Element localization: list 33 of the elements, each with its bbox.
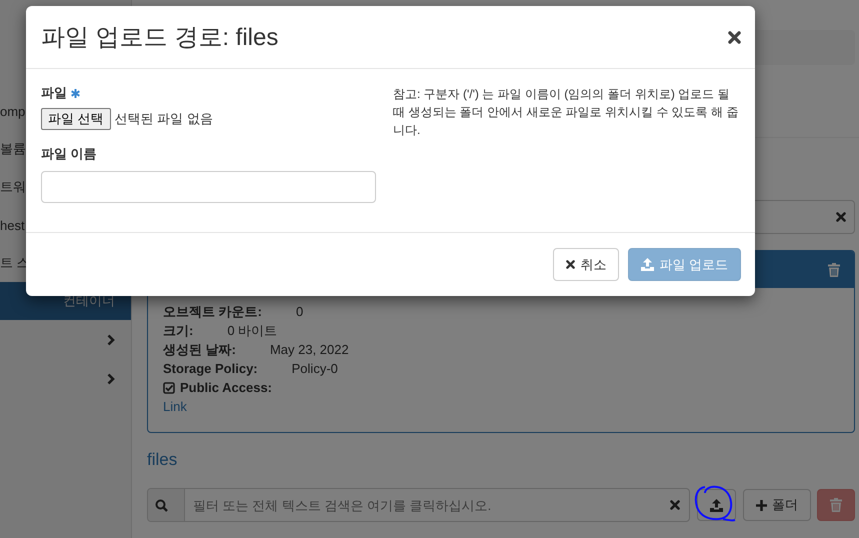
plus-icon bbox=[756, 500, 767, 510]
detail-value: 0 bbox=[296, 303, 304, 321]
detail-label: Public Access: bbox=[180, 379, 272, 397]
detail-value: 0 바이트 bbox=[227, 322, 278, 340]
search-field[interactable]: 필터 또는 전체 텍스트 검색은 여기를 클릭하십시오. bbox=[185, 489, 670, 521]
dialog-title: 파일 업로드 경로: files bbox=[41, 23, 278, 53]
chevron-icon[interactable] bbox=[107, 334, 115, 346]
detail-label: Storage Policy: bbox=[163, 360, 258, 378]
trash-icon bbox=[828, 262, 840, 276]
file-status: 선택된 파일 없음 bbox=[114, 110, 213, 128]
detail-label: 생성된 날짜: bbox=[163, 341, 236, 359]
clear-icon[interactable] bbox=[670, 500, 680, 510]
upload-icon bbox=[641, 258, 654, 271]
detail-value: Policy-0 bbox=[292, 360, 338, 378]
close-icon[interactable] bbox=[566, 260, 576, 269]
field-label: 파일 이름 bbox=[41, 145, 97, 163]
detail-label: 오브젝트 카운트: bbox=[163, 303, 262, 321]
search-bar[interactable]: 필터 또는 전체 텍스트 검색은 여기를 클릭하십시오. bbox=[147, 488, 690, 522]
cancel-button[interactable]: 취소 bbox=[553, 248, 620, 281]
files-heading: files bbox=[147, 450, 178, 470]
new-folder-button[interactable]: 폴더 bbox=[743, 489, 811, 521]
help-note: 참고: 구분자 ('/') 는 파일 이름이 (임의의 폴더 위치로) 업로드 될 때 생성되는 폴더 안에서 새로운 파일로 위치시킬 수 있도록 해 줍니다. bbox=[393, 86, 740, 139]
choose-file-button[interactable]: 파일 선택 bbox=[41, 108, 111, 130]
search-icon bbox=[155, 498, 168, 512]
public-link[interactable]: Link bbox=[163, 399, 187, 414]
detail-label: 크기: bbox=[163, 322, 194, 340]
field-label: 파일 bbox=[41, 84, 67, 102]
close-icon[interactable] bbox=[728, 30, 741, 44]
upload-icon bbox=[710, 498, 723, 512]
detail-value: May 23, 2022 bbox=[270, 341, 349, 359]
file-name-field[interactable] bbox=[41, 171, 376, 203]
clear-icon[interactable] bbox=[836, 212, 846, 222]
chevron-icon[interactable] bbox=[107, 372, 115, 384]
